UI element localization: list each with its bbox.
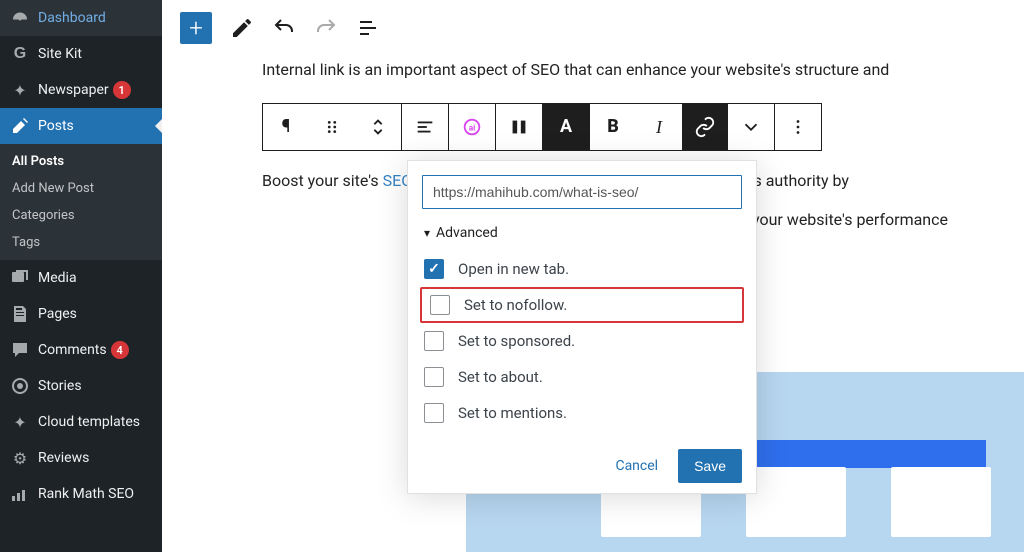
columns-icon[interactable] [496,104,542,150]
paragraph-block-icon[interactable]: ¶ [263,104,309,150]
sidebar-item-label: Cloud templates [38,414,140,430]
cloud-templates-icon: ✦ [10,412,30,432]
align-icon[interactable] [402,104,448,150]
document-overview-icon[interactable] [356,16,380,40]
drag-handle-icon[interactable] [309,104,355,150]
sidebar-item-label: Rank Math SEO [38,486,134,502]
sidebar-item-comments[interactable]: Comments 4 [0,332,162,368]
media-icon [10,268,30,288]
option-label: Set to nofollow. [464,296,567,314]
checkbox-icon[interactable] [424,403,444,423]
sidebar-sub-tags[interactable]: Tags [0,229,162,256]
sidebar-item-reviews[interactable]: ⚙ Reviews [0,440,162,476]
option-label: Set to about. [458,368,543,386]
block-toolbar: ¶ ai [262,103,822,151]
rankmath-icon [10,484,30,504]
sidebar-item-label: Newspaper [38,82,109,98]
editor-main: + Internal link is an important aspect o… [162,0,1024,552]
sidebar-item-dashboard[interactable]: Dashboard [0,0,162,36]
popover-actions: Cancel Save [422,449,742,483]
sidebar-item-newspaper[interactable]: ✦ Newspaper 1 [0,72,162,108]
sidebar-item-pages[interactable]: Pages [0,296,162,332]
edit-mode-icon[interactable] [230,16,254,40]
option-label: Open in new tab. [458,260,569,278]
sidebar-submenu-posts: All Posts Add New Post Categories Tags [0,144,162,260]
sidebar-sub-all-posts[interactable]: All Posts [0,148,162,175]
sidebar-item-label: Stories [38,378,82,394]
sidebar-item-posts[interactable]: Posts [0,108,162,144]
dashboard-icon [10,8,30,28]
advanced-label: Advanced [436,225,498,241]
admin-sidebar: Dashboard G Site Kit ✦ Newspaper 1 Posts… [0,0,162,552]
sidebar-item-rank-math[interactable]: Rank Math SEO [0,476,162,512]
redo-icon [314,16,338,40]
add-block-button[interactable]: + [180,12,212,44]
option-sponsored[interactable]: Set to sponsored. [422,323,742,359]
sidebar-item-label: Comments [38,342,107,358]
italic-icon[interactable]: I [636,104,682,150]
comments-icon [10,340,30,360]
newspaper-icon: ✦ [10,80,30,100]
save-button[interactable]: Save [678,449,742,483]
option-label: Set to mentions. [458,404,567,422]
sidebar-item-stories[interactable]: Stories [0,368,162,404]
sidebar-sub-categories[interactable]: Categories [0,202,162,229]
link-url-input[interactable] [422,175,742,209]
posts-icon [10,116,30,136]
sidebar-item-media[interactable]: Media [0,260,162,296]
checkbox-icon[interactable] [430,295,450,315]
more-options-icon[interactable] [775,104,821,150]
sidebar-item-label: Reviews [38,450,89,466]
content-line-1: Internal link is an important aspect of … [262,56,994,85]
checkbox-icon[interactable] [424,367,444,387]
sitekit-icon: G [10,44,30,64]
undo-icon[interactable] [272,16,296,40]
advanced-toggle[interactable]: ▾ Advanced [422,225,742,241]
sidebar-item-label: Dashboard [38,10,106,26]
pages-icon [10,304,30,324]
svg-text:ai: ai [469,123,476,133]
move-up-down-icon[interactable] [355,104,401,150]
link-settings-popover: ▾ Advanced Open in new tab. Set to nofol… [407,160,757,494]
checkbox-checked-icon[interactable] [424,259,444,279]
link-icon[interactable] [682,104,728,150]
sidebar-item-label: Media [38,270,77,286]
sidebar-item-label: Site Kit [38,46,82,62]
sidebar-sub-add-new[interactable]: Add New Post [0,175,162,202]
sidebar-item-sitekit[interactable]: G Site Kit [0,36,162,72]
sidebar-item-label: Posts [38,118,74,134]
option-about[interactable]: Set to about. [422,359,742,395]
ai-assist-icon[interactable]: ai [449,104,495,150]
chevron-down-icon: ▾ [424,226,430,240]
update-badge: 1 [113,81,131,99]
comments-badge: 4 [111,341,129,359]
bold-icon[interactable]: B [590,104,636,150]
cancel-button[interactable]: Cancel [605,450,668,482]
editor-topbar: + [162,0,1024,56]
option-nofollow[interactable]: Set to nofollow. [420,287,744,323]
option-label: Set to sponsored. [458,332,575,350]
sidebar-item-label: Pages [38,306,77,322]
option-open-new-tab[interactable]: Open in new tab. [422,251,742,287]
reviews-icon: ⚙ [10,448,30,468]
sidebar-item-cloud-templates[interactable]: ✦ Cloud templates [0,404,162,440]
chevron-down-icon[interactable] [728,104,774,150]
option-mentions[interactable]: Set to mentions. [422,395,742,431]
text-color-icon[interactable]: A [543,104,589,150]
stories-icon [10,376,30,396]
checkbox-icon[interactable] [424,331,444,351]
